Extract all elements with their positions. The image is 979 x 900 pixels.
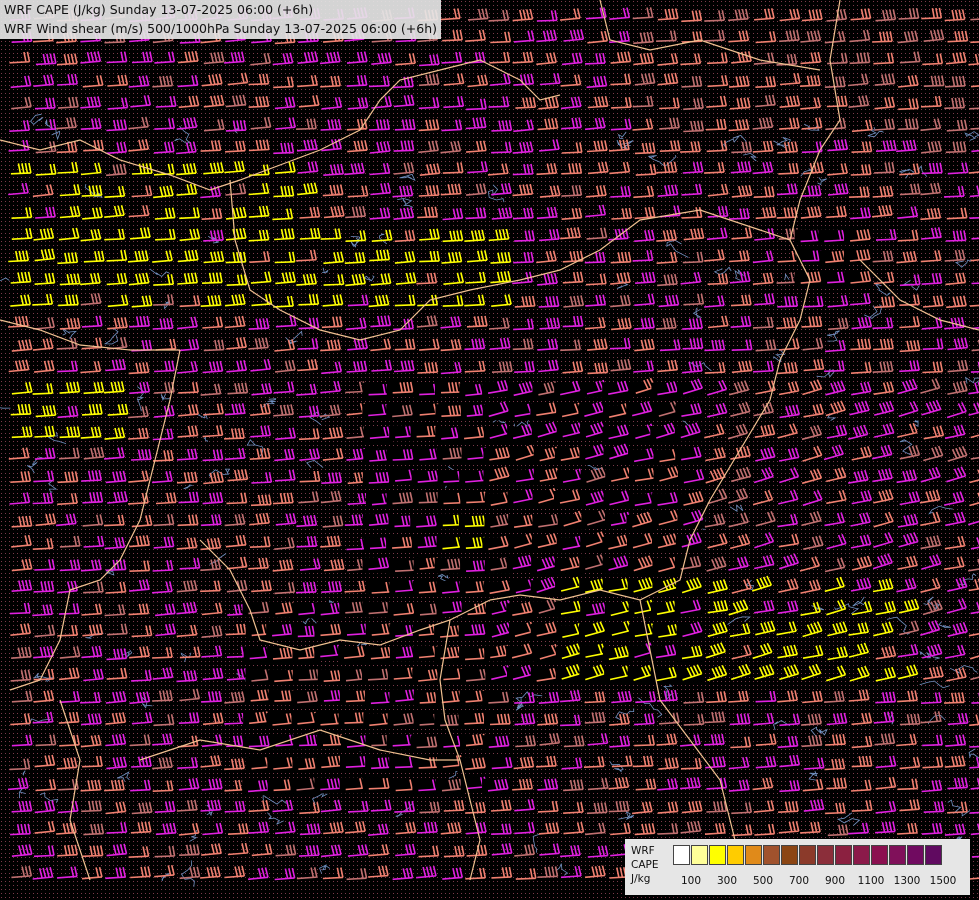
legend-swatch [925,845,942,865]
map-title-box: WRF CAPE (J/kg) Sunday 13-07-2025 06:00 … [0,0,441,39]
cape-title: WRF CAPE (J/kg) Sunday 13-07-2025 06:00 … [4,2,314,17]
legend-tick-label: 1100 [857,875,885,887]
legend-swatch [853,845,870,865]
legend-swatch [727,845,744,865]
legend-swatch [817,845,834,865]
legend-swatch [781,845,798,865]
legend-swatch [709,845,726,865]
legend-tick-label: 900 [824,875,846,887]
legend-swatch [907,845,924,865]
legend-label-wrf: WRF [631,845,655,857]
legend-swatch [745,845,762,865]
legend-label-units: J/kg [631,873,651,885]
legend-tick-label: 700 [788,875,810,887]
legend-tick-label: 300 [716,875,738,887]
legend-tick-label: 100 [680,875,702,887]
cape-shear-map [0,0,979,900]
legend-label-cape: CAPE [631,859,659,871]
legend-swatch [673,845,690,865]
legend-swatch [871,845,888,865]
legend-swatch [691,845,708,865]
legend-swatch [799,845,816,865]
legend-swatch [889,845,906,865]
legend-tick-label: 1500 [929,875,957,887]
legend-swatch [763,845,780,865]
legend-tick-label: 500 [752,875,774,887]
cape-legend: WRF CAPE J/kg 100 300 500 700 900 1100 1300 150… [625,839,970,895]
shear-title: WRF Wind shear (m/s) 500/1000hPa Sunday … [4,21,437,36]
legend-tick-label: 1300 [893,875,921,887]
legend-swatch [835,845,852,865]
